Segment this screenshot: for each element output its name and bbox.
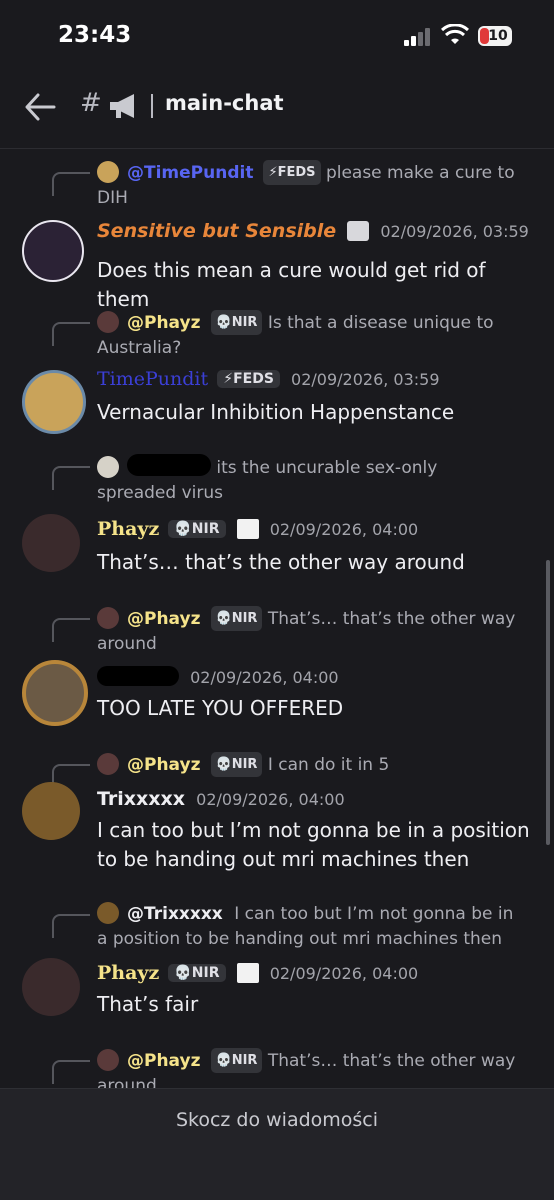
megaphone-icon xyxy=(236,963,259,983)
megaphone-icon xyxy=(236,519,259,539)
message-content: Vernacular Inhibition Happenstance xyxy=(97,400,455,424)
role-tag: NIR xyxy=(191,965,220,981)
redacted-name xyxy=(127,454,211,476)
role-tag: FEDS xyxy=(233,371,274,387)
message-content: Does this mean a cure would get rid of t… xyxy=(97,258,486,311)
avatar[interactable] xyxy=(22,514,80,572)
author-name[interactable]: Phayz xyxy=(97,518,159,540)
status-time: 23:43 xyxy=(58,22,132,48)
avatar[interactable] xyxy=(22,958,80,1016)
reply-preview[interactable]: @TimePundit ⚡FEDS please make a cure to D… xyxy=(97,160,517,211)
reply-text: I can do it in 5 xyxy=(267,755,390,775)
reply-avatar xyxy=(97,607,119,629)
header-divider xyxy=(151,94,153,118)
wifi-icon xyxy=(441,24,469,44)
message-timestamp: 02/09/2026, 04:00 xyxy=(269,964,419,983)
jump-to-message-bar[interactable]: Skocz do wiadomości xyxy=(0,1088,554,1200)
message-timestamp: 02/09/2026, 04:00 xyxy=(190,668,339,687)
scrollbar[interactable] xyxy=(546,560,550,845)
jump-to-message-label[interactable]: Skocz do wiadomości xyxy=(0,1109,554,1131)
message-content: TOO LATE YOU OFFERED xyxy=(97,696,344,720)
avatar[interactable] xyxy=(22,782,80,840)
server-tag-icon xyxy=(347,221,370,241)
message-content: That’s… that’s the other way around xyxy=(97,550,465,574)
megaphone-icon xyxy=(110,94,134,118)
cellular-signal-icon xyxy=(404,28,430,46)
message-timestamp: 02/09/2026, 03:59 xyxy=(291,370,440,389)
reply-avatar xyxy=(97,311,119,333)
author-name[interactable]: Sensitive but Sensible xyxy=(97,220,336,242)
reply-avatar xyxy=(97,902,119,924)
reply-preview[interactable]: @Phayz 💀NIR That’s… that’s the other way … xyxy=(97,606,517,657)
author-name[interactable]: Trixxxxx xyxy=(97,788,185,810)
back-arrow-icon[interactable] xyxy=(24,92,56,122)
reply-preview[interactable]: @Phayz 💀NIR Is that a disease unique to A… xyxy=(97,310,517,361)
status-bar: 23:43 10 xyxy=(0,0,554,72)
reply-avatar xyxy=(97,161,119,183)
author-name[interactable]: Phayz xyxy=(97,962,159,984)
message-timestamp: 02/09/2026, 04:00 xyxy=(196,790,345,809)
message-list[interactable]: @TimePundit ⚡FEDS please make a cure to D… xyxy=(0,150,554,1090)
avatar[interactable] xyxy=(22,660,88,726)
role-tag: NIR xyxy=(191,521,220,537)
redacted-name xyxy=(97,666,179,686)
message-content: I can too but I’m not gonna be in a posi… xyxy=(97,818,530,871)
channel-header: # main-chat xyxy=(0,72,554,149)
reply-preview[interactable]: @Trixxxxx I can too but I’m not gonna be… xyxy=(97,902,517,952)
battery-level: 10 xyxy=(488,28,508,44)
message-content: That’s fair xyxy=(97,992,199,1016)
avatar[interactable] xyxy=(22,370,86,434)
avatar[interactable] xyxy=(22,220,84,282)
reply-avatar xyxy=(97,1049,119,1071)
battery-icon: 10 xyxy=(478,26,512,46)
author-name[interactable]: TimePundit xyxy=(97,368,208,390)
channel-hash-icon: # xyxy=(80,88,102,118)
reply-avatar xyxy=(97,456,119,478)
reply-avatar xyxy=(97,753,119,775)
channel-name[interactable]: main-chat xyxy=(165,91,284,115)
reply-preview[interactable]: @Phayz 💀NIR That’s… that’s the other way … xyxy=(97,1048,517,1090)
reply-preview[interactable]: @Phayz 💀NIR I can do it in 5 xyxy=(97,752,517,778)
reply-preview[interactable]: its the uncurable sex-only spreaded viru… xyxy=(97,454,517,506)
message-timestamp: 02/09/2026, 03:59 xyxy=(380,222,529,241)
message-timestamp: 02/09/2026, 04:00 xyxy=(269,520,419,539)
